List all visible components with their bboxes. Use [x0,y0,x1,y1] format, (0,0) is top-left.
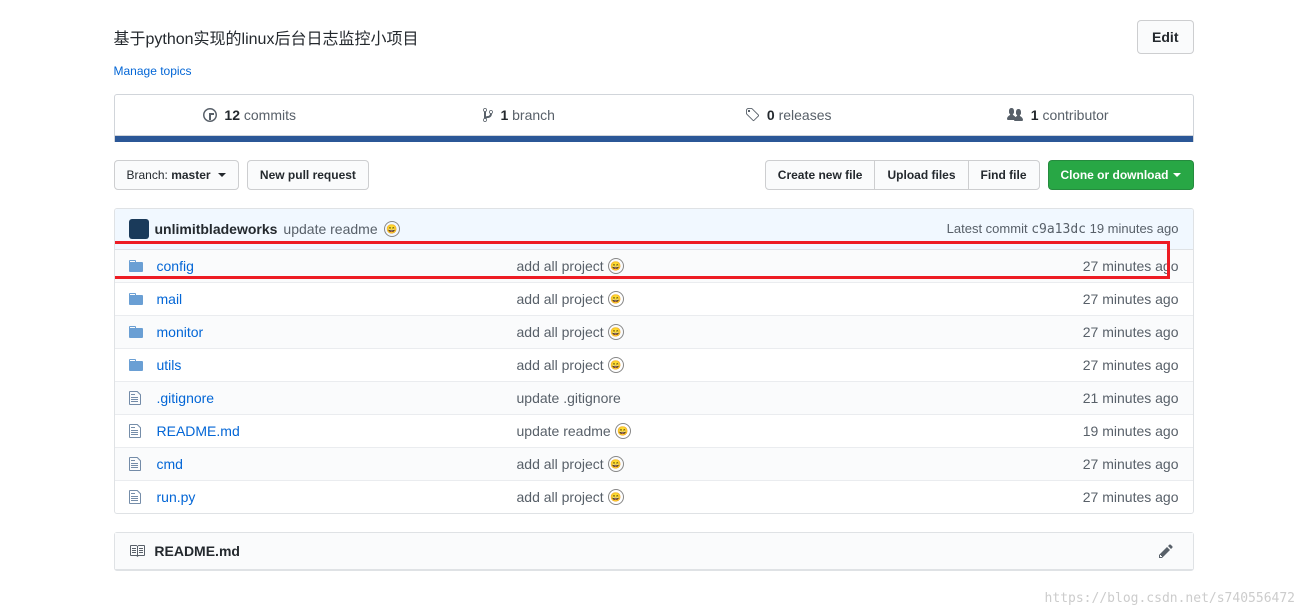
stat-contributors[interactable]: 1 contributor [923,95,1193,135]
tag-icon [745,107,759,123]
file-name-link[interactable]: monitor [157,324,517,340]
file-list: unlimitbladeworks update readme 😄 Latest… [114,208,1194,514]
file-time: 19 minutes ago [1019,423,1179,439]
emoji-smile-icon: 😄 [608,324,624,340]
stat-releases[interactable]: 0 releases [654,95,924,135]
file-name-link[interactable]: README.md [157,423,517,439]
file-time: 27 minutes ago [1019,357,1179,373]
file-commit-message[interactable]: update .gitignore [517,390,1019,406]
edit-readme-button[interactable] [1159,543,1179,559]
table-row: utilsadd all project😄27 minutes ago [115,349,1193,382]
file-commit-message[interactable]: add all project😄 [517,456,1019,472]
table-row: configadd all project😄27 minutes ago [115,250,1193,283]
file-commit-message[interactable]: add all project😄 [517,489,1019,505]
branch-icon [483,107,493,123]
file-name-link[interactable]: run.py [157,489,517,505]
file-name-link[interactable]: mail [157,291,517,307]
branch-select-button[interactable]: Branch: master [114,160,239,190]
book-icon [129,543,145,559]
table-row: README.mdupdate readme😄19 minutes ago [115,415,1193,448]
table-row: monitoradd all project😄27 minutes ago [115,316,1193,349]
file-icon [129,456,145,472]
file-commit-message[interactable]: add all project😄 [517,291,1019,307]
file-time: 27 minutes ago [1019,489,1179,505]
file-commit-message[interactable]: add all project😄 [517,324,1019,340]
file-commit-message[interactable]: add all project😄 [517,357,1019,373]
commit-message[interactable]: update readme [283,221,377,237]
file-time: 27 minutes ago [1019,258,1179,274]
stats-bar: 12 commits 1 branch 0 releases 1 contrib… [114,94,1194,136]
emoji-smile-icon: 😄 [384,221,400,237]
emoji-smile-icon: 😄 [608,291,624,307]
file-commit-message[interactable]: add all project😄 [517,258,1019,274]
new-pull-request-button[interactable]: New pull request [247,160,369,190]
file-name-link[interactable]: config [157,258,517,274]
commit-author[interactable]: unlimitbladeworks [155,221,278,237]
language-bar[interactable] [114,136,1194,142]
folder-icon [129,291,145,307]
avatar[interactable] [129,219,149,239]
file-icon [129,423,145,439]
latest-commit-row: unlimitbladeworks update readme 😄 Latest… [115,209,1193,250]
file-time: 27 minutes ago [1019,456,1179,472]
readme-box: README.md [114,532,1194,571]
emoji-smile-icon: 😄 [608,489,624,505]
stat-commits[interactable]: 12 commits [115,95,385,135]
file-name-link[interactable]: .gitignore [157,390,517,406]
file-name-link[interactable]: cmd [157,456,517,472]
file-icon [129,489,145,505]
table-row: mailadd all project😄27 minutes ago [115,283,1193,316]
watermark-text: https://blog.csdn.net/s740556472 [1045,591,1295,606]
table-row: .gitignoreupdate .gitignore21 minutes ag… [115,382,1193,415]
create-file-button[interactable]: Create new file [765,160,876,190]
file-name-link[interactable]: utils [157,357,517,373]
emoji-smile-icon: 😄 [615,423,631,439]
pencil-icon [1159,543,1173,559]
file-time: 27 minutes ago [1019,291,1179,307]
upload-files-button[interactable]: Upload files [874,160,968,190]
file-time: 27 minutes ago [1019,324,1179,340]
commit-meta: Latest commit c9a13dc 19 minutes ago [947,221,1179,237]
folder-icon [129,258,145,274]
folder-icon [129,324,145,340]
manage-topics-link[interactable]: Manage topics [114,64,192,78]
emoji-smile-icon: 😄 [608,357,624,373]
file-icon [129,390,145,406]
history-icon [203,107,217,123]
find-file-button[interactable]: Find file [968,160,1040,190]
file-commit-message[interactable]: update readme😄 [517,423,1019,439]
commit-sha[interactable]: c9a13dc [1031,222,1086,237]
folder-icon [129,357,145,373]
repo-description: 基于python实现的linux后台日志监控小项目 [114,25,419,49]
clone-download-button[interactable]: Clone or download [1048,160,1194,190]
emoji-smile-icon: 😄 [608,456,624,472]
table-row: cmdadd all project😄27 minutes ago [115,448,1193,481]
readme-title: README.md [129,543,240,559]
emoji-smile-icon: 😄 [608,258,624,274]
stat-branches[interactable]: 1 branch [384,95,654,135]
people-icon [1007,107,1023,123]
file-time: 21 minutes ago [1019,390,1179,406]
table-row: run.pyadd all project😄27 minutes ago [115,481,1193,513]
edit-button[interactable]: Edit [1137,20,1193,54]
